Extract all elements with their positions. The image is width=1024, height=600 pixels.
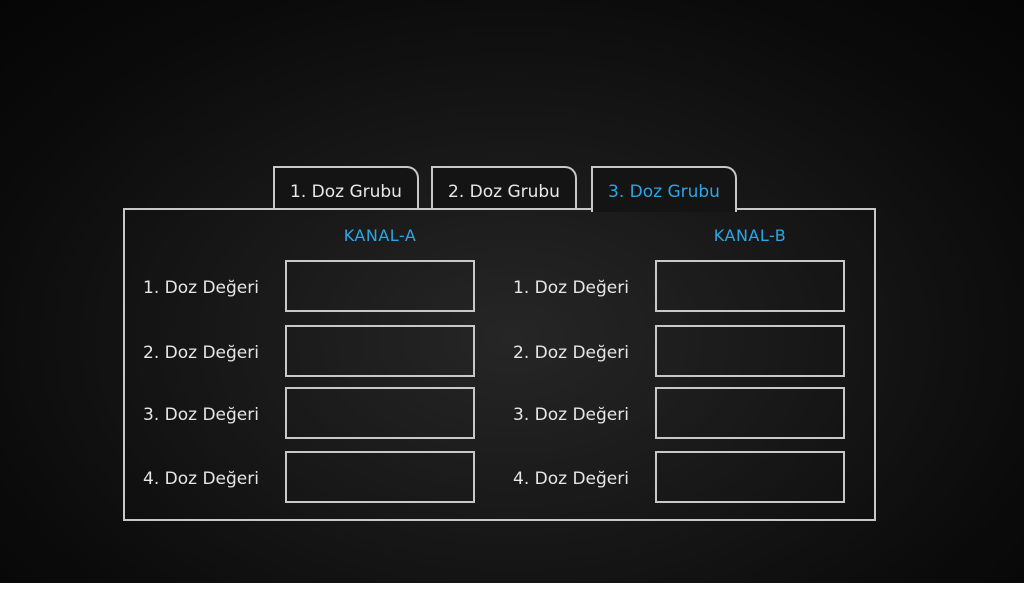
channel-b-dose-1-input[interactable] [655,260,845,312]
channel-a-dose-2-label: 2. Doz Değeri [143,343,259,363]
channel-a-dose-3-input[interactable] [285,387,475,439]
tab-dose-group-3[interactable]: 3. Doz Grubu [591,166,737,212]
channel-b-dose-2-label: 2. Doz Değeri [513,343,629,363]
channel-b-dose-1-label: 1. Doz Değeri [513,278,629,298]
tab-dose-group-1[interactable]: 1. Doz Grubu [273,166,419,210]
channel-a-title: KANAL-A [343,226,417,245]
tab-dose-group-2[interactable]: 2. Doz Grubu [431,166,577,210]
channel-a-dose-2-input[interactable] [285,325,475,377]
channel-a-dose-4-input[interactable] [285,451,475,503]
channel-a-dose-1-input[interactable] [285,260,475,312]
channel-b-title: KANAL-B [713,226,787,245]
channel-b-dose-4-label: 4. Doz Değeri [513,469,629,489]
channel-a-dose-4-label: 4. Doz Değeri [143,469,259,489]
channel-b-dose-3-input[interactable] [655,387,845,439]
channel-a-dose-1-label: 1. Doz Değeri [143,278,259,298]
channel-b-dose-4-input[interactable] [655,451,845,503]
channel-a-dose-3-label: 3. Doz Değeri [143,405,259,425]
channel-b-dose-3-label: 3. Doz Değeri [513,405,629,425]
dose-settings-screen: 1. Doz Grubu 2. Doz Grubu 3. Doz Grubu K… [0,0,1024,583]
channel-b-dose-2-input[interactable] [655,325,845,377]
